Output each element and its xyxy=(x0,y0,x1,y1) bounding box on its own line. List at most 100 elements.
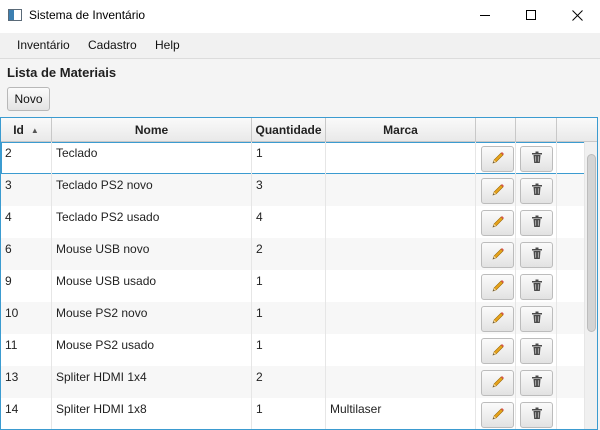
cell-delete xyxy=(516,174,557,206)
column-header-label: Nome xyxy=(134,123,169,137)
edit-button[interactable] xyxy=(481,242,514,268)
pencil-icon xyxy=(491,183,505,200)
delete-button[interactable] xyxy=(520,338,553,364)
minimize-button[interactable] xyxy=(462,0,508,30)
column-header-delete[interactable] xyxy=(516,118,557,142)
pencil-icon xyxy=(491,215,505,232)
delete-button[interactable] xyxy=(520,242,553,268)
cell-nome: Teclado PS2 usado xyxy=(52,206,252,238)
cell-marca: Multilaser xyxy=(326,398,476,429)
column-header-marca[interactable]: Marca xyxy=(326,118,476,142)
cell-marca xyxy=(326,334,476,366)
cell-quantidade: 1 xyxy=(252,302,326,334)
table-row[interactable]: 14 Spliter HDMI 1x8 1 Multilaser xyxy=(1,398,585,429)
menu-help[interactable]: Help xyxy=(155,38,180,52)
edit-button[interactable] xyxy=(481,370,514,396)
table-row[interactable]: 6 Mouse USB novo 2 xyxy=(1,238,585,270)
trash-icon xyxy=(531,247,543,263)
cell-filler xyxy=(557,334,585,366)
cell-id: 14 xyxy=(1,398,52,429)
edit-button[interactable] xyxy=(481,178,514,204)
pencil-icon xyxy=(491,343,505,360)
column-header-quantidade[interactable]: Quantidade xyxy=(252,118,326,142)
table-header: Id ▲ Nome Quantidade Marca xyxy=(1,118,597,142)
materials-table: Id ▲ Nome Quantidade Marca 2 Teclado 1 3 Tec… xyxy=(0,117,598,430)
cell-filler xyxy=(557,270,585,302)
cell-id: 3 xyxy=(1,174,52,206)
cell-marca xyxy=(326,174,476,206)
delete-button[interactable] xyxy=(520,146,553,172)
delete-button[interactable] xyxy=(520,210,553,236)
cell-edit xyxy=(476,238,516,270)
cell-nome: Mouse USB novo xyxy=(52,238,252,270)
delete-button[interactable] xyxy=(520,402,553,428)
cell-delete xyxy=(516,206,557,238)
cell-filler xyxy=(557,142,585,174)
cell-nome: Mouse PS2 novo xyxy=(52,302,252,334)
cell-edit xyxy=(476,142,516,174)
column-header-edit[interactable] xyxy=(476,118,516,142)
table-row[interactable]: 4 Teclado PS2 usado 4 xyxy=(1,206,585,238)
maximize-icon xyxy=(526,10,536,20)
cell-quantidade: 4 xyxy=(252,206,326,238)
cell-nome: Spliter HDMI 1x4 xyxy=(52,366,252,398)
trash-icon xyxy=(531,151,543,167)
menu-inventario[interactable]: Inventário xyxy=(17,38,70,52)
edit-button[interactable] xyxy=(481,210,514,236)
title-bar: Sistema de Inventário xyxy=(0,0,600,32)
table-row[interactable]: 10 Mouse PS2 novo 1 xyxy=(1,302,585,334)
pencil-icon xyxy=(491,407,505,424)
delete-button[interactable] xyxy=(520,274,553,300)
cell-nome: Teclado PS2 novo xyxy=(52,174,252,206)
cell-id: 9 xyxy=(1,270,52,302)
table-row[interactable]: 9 Mouse USB usado 1 xyxy=(1,270,585,302)
window-title: Sistema de Inventário xyxy=(29,8,146,22)
table-row[interactable]: 11 Mouse PS2 usado 1 xyxy=(1,334,585,366)
delete-button[interactable] xyxy=(520,370,553,396)
edit-button[interactable] xyxy=(481,306,514,332)
cell-delete xyxy=(516,270,557,302)
trash-icon xyxy=(531,279,543,295)
trash-icon xyxy=(531,375,543,391)
column-header-label: Marca xyxy=(383,123,418,137)
table-row[interactable]: 3 Teclado PS2 novo 3 xyxy=(1,174,585,206)
page-title: Lista de Materiais xyxy=(7,65,117,80)
cell-edit xyxy=(476,398,516,429)
vertical-scrollbar[interactable] xyxy=(585,142,597,429)
minimize-icon xyxy=(480,14,490,16)
close-button[interactable] xyxy=(554,0,600,30)
delete-button[interactable] xyxy=(520,306,553,332)
content-panel: Lista de Materiais Novo Id ▲ Nome Quanti… xyxy=(0,59,600,430)
trash-icon xyxy=(531,407,543,423)
trash-icon xyxy=(531,183,543,199)
edit-button[interactable] xyxy=(481,146,514,172)
new-button[interactable]: Novo xyxy=(7,87,50,111)
cell-delete xyxy=(516,302,557,334)
cell-delete xyxy=(516,142,557,174)
edit-button[interactable] xyxy=(481,402,514,428)
scrollbar-thumb[interactable] xyxy=(587,154,596,332)
table-row[interactable]: 13 Spliter HDMI 1x4 2 xyxy=(1,366,585,398)
sort-ascending-icon: ▲ xyxy=(30,125,39,135)
cell-id: 4 xyxy=(1,206,52,238)
edit-button[interactable] xyxy=(481,274,514,300)
cell-edit xyxy=(476,302,516,334)
table-row[interactable]: 2 Teclado 1 xyxy=(1,142,585,174)
delete-button[interactable] xyxy=(520,178,553,204)
cell-filler xyxy=(557,302,585,334)
menu-cadastro[interactable]: Cadastro xyxy=(88,38,137,52)
cell-filler xyxy=(557,238,585,270)
menu-bar: Inventário Cadastro Help xyxy=(0,33,600,59)
pencil-icon xyxy=(491,311,505,328)
column-header-nome[interactable]: Nome xyxy=(52,118,252,142)
edit-button[interactable] xyxy=(481,338,514,364)
cell-quantidade: 1 xyxy=(252,142,326,174)
cell-quantidade: 1 xyxy=(252,334,326,366)
cell-filler xyxy=(557,398,585,429)
cell-filler xyxy=(557,366,585,398)
pencil-icon xyxy=(491,279,505,296)
column-header-id[interactable]: Id ▲ xyxy=(1,118,52,142)
cell-id: 2 xyxy=(1,142,52,174)
cell-id: 11 xyxy=(1,334,52,366)
maximize-button[interactable] xyxy=(508,0,554,30)
